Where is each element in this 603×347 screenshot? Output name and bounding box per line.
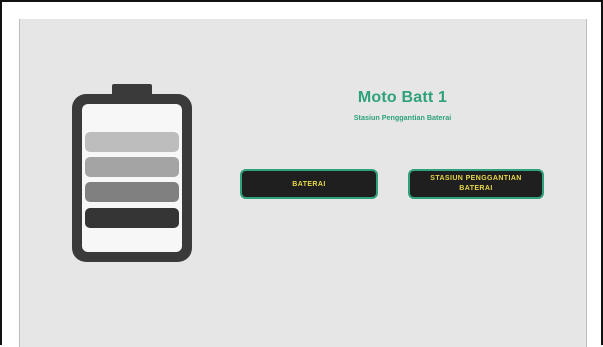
battery-segment-3 <box>85 182 179 202</box>
battery-segment-4 <box>85 208 179 228</box>
main-screen: Moto Batt 1 Stasiun Penggantian Baterai … <box>19 19 587 347</box>
baterai-button[interactable]: BATERAI <box>240 169 378 199</box>
page-title: Moto Batt 1 <box>357 89 448 106</box>
battery-segment-2 <box>85 157 179 177</box>
page-subtitle: Stasiun Penggantian Baterai <box>353 113 452 122</box>
battery-segment-1 <box>85 132 179 152</box>
stasiun-penggantian-button[interactable]: STASIUN PENGGANTIAN BATERAI <box>408 169 544 199</box>
app-frame: Moto Batt 1 Stasiun Penggantian Baterai … <box>0 0 603 347</box>
battery-icon <box>72 84 192 262</box>
